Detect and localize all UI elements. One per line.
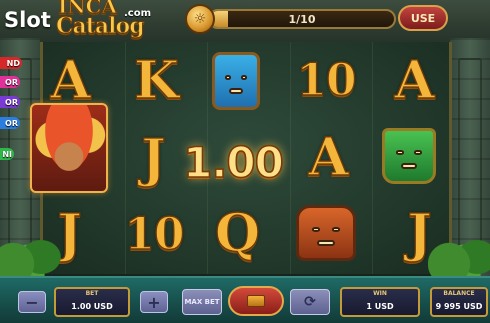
paytable-tab[interactable]: OR	[0, 117, 20, 129]
win-label: WIN	[373, 290, 387, 297]
logo-catalog-text: Catalog	[56, 13, 146, 40]
green-mask-icon	[382, 128, 436, 184]
spin-button[interactable]	[228, 286, 284, 316]
symbol-q: Q	[214, 202, 261, 264]
blue-mask-icon	[212, 52, 260, 110]
spin-icon	[247, 295, 265, 307]
paytable-tab[interactable]: NI	[0, 148, 14, 160]
progress-label: 1/10	[288, 12, 316, 26]
autoplay-icon: ⟳	[304, 294, 316, 310]
symbol-k: K	[133, 49, 180, 111]
logo-slot-text: Slot	[4, 8, 51, 32]
balance-display: BALANCE 9 995 USD	[430, 287, 488, 317]
reel-divider	[372, 42, 373, 274]
symbol-a: A	[50, 49, 92, 111]
bet-value: 1.00 USD	[71, 302, 113, 311]
win-display: WIN 1 USD	[340, 287, 420, 317]
bet-display: BET 1.00 USD	[54, 287, 130, 317]
paytable-tab[interactable]: OR	[0, 96, 20, 108]
inca-chief-icon	[30, 103, 108, 193]
symbol-10: 10	[124, 208, 186, 260]
bet-increase-button[interactable]: +	[140, 291, 168, 313]
balance-value: 9 995 USD	[435, 302, 483, 311]
autoplay-button[interactable]: ⟳	[290, 289, 330, 315]
win-value: 1 USD	[366, 302, 394, 311]
symbol-10: 10	[296, 54, 358, 106]
win-amount-overlay: 1.00	[182, 137, 284, 188]
orange-mask-icon	[296, 205, 356, 261]
use-button[interactable]: USE	[398, 5, 448, 31]
paytable-tab[interactable]: OR	[0, 76, 20, 88]
bet-decrease-button[interactable]: −	[18, 291, 46, 313]
jungle-foliage	[0, 215, 62, 285]
bet-label: BET	[85, 290, 99, 297]
balance-label: BALANCE	[443, 290, 475, 297]
symbol-a: A	[394, 49, 436, 111]
max-bet-button[interactable]: MAX BET	[182, 289, 222, 315]
jungle-foliage	[428, 215, 490, 285]
aztec-coin-icon: ☼	[185, 4, 215, 34]
paytable-tab[interactable]: ND	[0, 57, 22, 69]
free-spin-progress-bar: 1/10	[208, 9, 396, 29]
